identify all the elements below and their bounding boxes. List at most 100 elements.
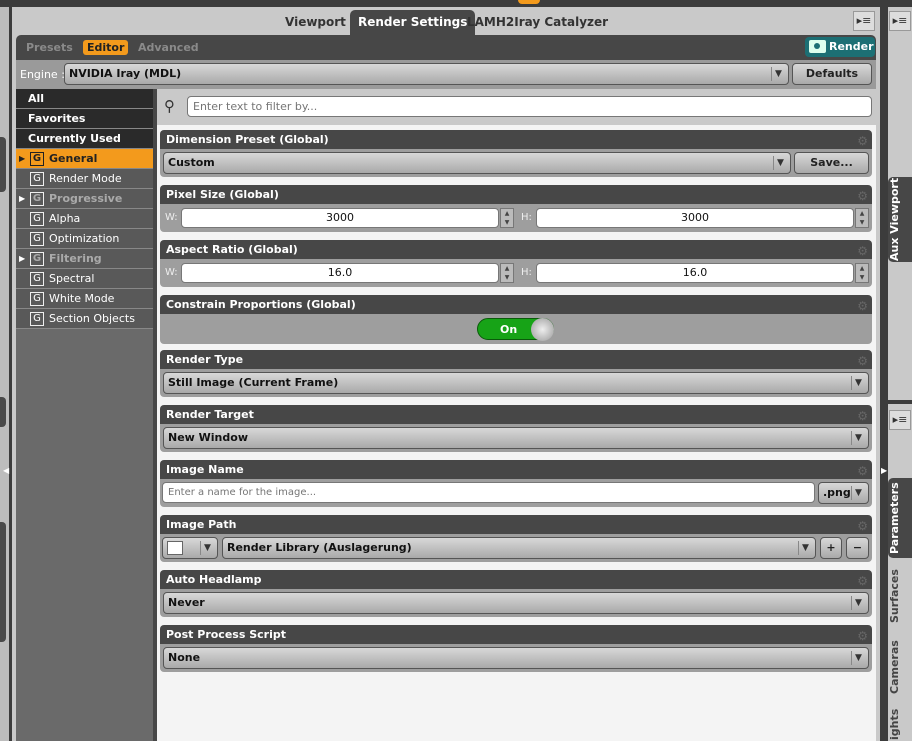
global-badge-icon: G <box>30 172 44 186</box>
list-item-label: Alpha <box>49 212 81 225</box>
chevron-down-icon: ▼ <box>851 431 865 445</box>
width-label: W: <box>165 212 178 223</box>
list-item-label: Section Objects <box>49 312 135 325</box>
select-value: .png <box>823 486 851 499</box>
select-value: Never <box>168 596 205 609</box>
list-item-white-mode[interactable]: G White Mode <box>16 289 153 309</box>
right-dock-divider[interactable] <box>880 7 888 741</box>
list-header-all[interactable]: All <box>16 89 153 109</box>
tab-parameters[interactable]: Parameters <box>888 478 912 558</box>
subtab-presets[interactable]: Presets <box>26 41 73 54</box>
save-preset-button[interactable]: Save... <box>794 152 869 174</box>
list-item-label: Filtering <box>49 252 102 265</box>
post-process-select[interactable]: None ▼ <box>163 647 869 669</box>
section-title: Image Path <box>166 518 237 531</box>
left-dock-strip <box>0 7 9 741</box>
tab-lamh2iray-catalyzer[interactable]: LAMH2Iray Catalyzer <box>459 10 616 35</box>
global-badge-icon: G <box>30 252 44 266</box>
image-format-select[interactable]: .png ▼ <box>818 482 869 504</box>
image-name-header: Image Name ⚙ <box>160 460 872 479</box>
auto-headlamp-select[interactable]: Never ▼ <box>163 592 869 614</box>
params-pane-menu-icon[interactable]: ▸≡ <box>889 410 911 430</box>
chevron-down-icon: ▼ <box>773 156 787 170</box>
render-button[interactable]: Render <box>805 37 875 57</box>
list-item-spectral-rendering[interactable]: GSpectral Rendering <box>16 269 153 305</box>
collapse-right-icon[interactable]: ▶ <box>881 466 887 475</box>
chevron-down-icon: ▼ <box>771 67 785 81</box>
pixel-width-input[interactable]: 3000 <box>181 208 499 228</box>
render-label: Render <box>829 40 874 53</box>
aspect-width-input[interactable]: 16.0 <box>181 263 499 283</box>
list-item-alpha[interactable]: G Alpha <box>16 209 153 229</box>
global-badge-icon: G <box>30 212 44 226</box>
pixel-width-stepper[interactable]: ▲ ▼ <box>500 208 514 228</box>
camera-icon <box>809 40 826 53</box>
section-title: Aspect Ratio (Global) <box>166 243 298 256</box>
expand-icon[interactable]: ▶ <box>19 149 25 169</box>
section-title: Pixel Size (Global) <box>166 188 279 201</box>
tab-viewport[interactable]: Viewport <box>277 10 354 35</box>
aspect-height-stepper[interactable]: ▲ ▼ <box>855 263 869 283</box>
width-label: W: <box>165 267 178 278</box>
height-label: H: <box>521 212 532 223</box>
list-item-general[interactable]: ▶ G General <box>16 149 153 169</box>
list-item-label: General <box>49 152 98 165</box>
section-title: Image Name <box>166 463 244 476</box>
select-value: New Window <box>168 431 248 444</box>
aspect-height-input[interactable]: 16.0 <box>536 263 854 283</box>
pixel-height-input[interactable]: 3000 <box>536 208 854 228</box>
section-title: Dimension Preset (Global) <box>166 133 329 146</box>
tab-cameras[interactable]: Cameras <box>888 635 912 700</box>
render-target-select[interactable]: New Window ▼ <box>163 427 869 449</box>
pane-menu-icon[interactable]: ▸≡ <box>853 11 875 31</box>
render-type-select[interactable]: Still Image (Current Frame) ▼ <box>163 372 869 394</box>
path-type-select[interactable]: ▼ <box>162 537 218 559</box>
remove-path-button[interactable]: − <box>846 537 869 559</box>
chevron-down-icon: ▼ <box>851 596 865 610</box>
section-title: Constrain Proportions (Global) <box>166 298 356 311</box>
list-item-render-mode[interactable]: G Render Mode <box>16 169 153 189</box>
toggle-label: On <box>500 323 518 336</box>
collapse-left-icon[interactable]: ◀ <box>3 466 9 475</box>
image-name-input[interactable] <box>162 482 815 503</box>
image-path-select[interactable]: Render Library (Auslagerung) ▼ <box>222 537 816 559</box>
subtab-advanced[interactable]: Advanced <box>138 41 199 54</box>
chevron-down-icon: ▼ <box>851 486 865 500</box>
global-badge-icon: G <box>30 232 44 246</box>
section-title: Auto Headlamp <box>166 573 262 586</box>
pixel-height-stepper[interactable]: ▲ ▼ <box>855 208 869 228</box>
list-item-section-objects[interactable]: G Section Objects <box>16 309 153 329</box>
list-header-favorites[interactable]: Favorites <box>16 109 153 129</box>
pixel-size-header: Pixel Size (Global) ⚙ <box>160 185 872 204</box>
tab-surfaces[interactable]: Surfaces <box>888 565 912 627</box>
expand-icon[interactable]: ▶ <box>19 249 25 269</box>
engine-select[interactable]: NVIDIA Iray (MDL) ▼ <box>64 63 789 85</box>
list-item-label: White Mode <box>49 292 115 305</box>
list-item-filtering[interactable]: ▶ G Filtering <box>16 249 153 269</box>
aspect-width-stepper[interactable]: ▲ ▼ <box>500 263 514 283</box>
engine-label: Engine : <box>20 68 65 81</box>
defaults-button[interactable]: Defaults <box>792 63 872 85</box>
right-dock-tabs <box>888 7 912 741</box>
tab-lights[interactable]: ights <box>888 708 912 741</box>
list-item-progressive[interactable]: ▶GProgressive Re... <box>16 189 153 225</box>
post-process-header: Post Process Script ⚙ <box>160 625 872 644</box>
height-label: H: <box>521 267 532 278</box>
dimension-preset-select[interactable]: Custom ▼ <box>163 152 791 174</box>
list-item-optimization[interactable]: G Optimization <box>16 229 153 249</box>
global-badge-icon: G <box>30 312 44 326</box>
top-orange-tab[interactable] <box>518 0 540 4</box>
tab-render-settings[interactable]: Render Settings <box>350 10 476 35</box>
section-title: Render Type <box>166 353 244 366</box>
chevron-down-icon: ▼ <box>798 541 812 555</box>
list-header-currently-used[interactable]: Currently Used <box>16 129 153 149</box>
search-icon[interactable]: ⚲ <box>164 97 175 115</box>
chevron-down-icon: ▼ <box>200 541 214 555</box>
add-path-button[interactable]: + <box>820 537 842 559</box>
constrain-toggle[interactable]: On <box>477 318 554 341</box>
tab-aux-viewport[interactable]: Aux Viewport <box>888 177 912 262</box>
expand-icon[interactable]: ▶ <box>19 189 25 209</box>
filter-input[interactable] <box>187 96 872 117</box>
subtab-editor[interactable]: Editor <box>83 40 129 55</box>
aux-pane-menu-icon[interactable]: ▸≡ <box>889 11 911 31</box>
